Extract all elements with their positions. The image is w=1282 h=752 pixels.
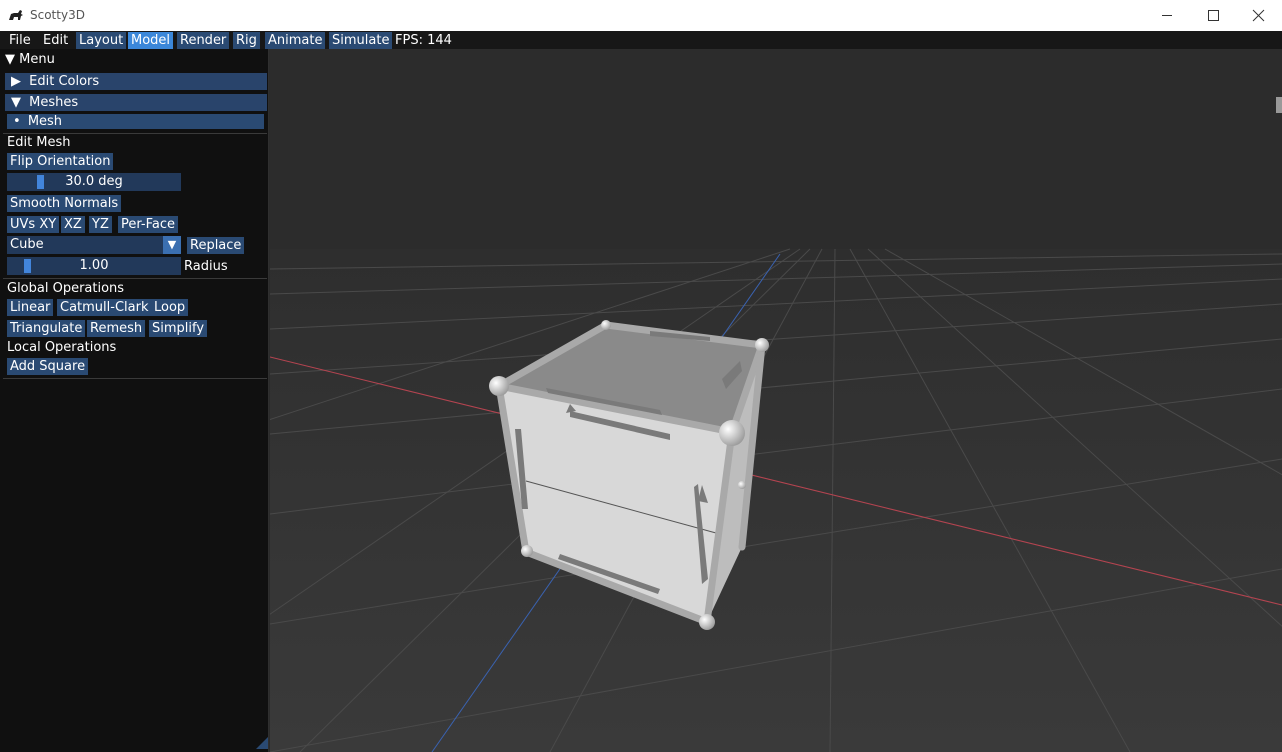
window-title: Scotty3D [30,8,85,22]
menu-layout[interactable]: Layout [76,32,127,49]
menu-header[interactable]: ▼ Menu [5,51,267,68]
close-icon [1252,9,1265,22]
fps-counter: FPS: 144 [395,33,452,48]
close-button[interactable] [1236,0,1282,31]
menu-rig[interactable]: Rig [233,32,260,49]
catmull-clark-button[interactable]: Catmull-Clark [57,299,152,316]
resize-grip-icon[interactable] [256,737,268,749]
menu-simulate[interactable]: Simulate [329,32,393,49]
maximize-icon [1208,10,1219,21]
minimize-icon [1162,15,1172,16]
linear-button[interactable]: Linear [7,299,54,316]
uvs-xy-button[interactable]: UVs XY [7,216,60,233]
local-operations-heading: Local Operations [7,340,117,355]
mesh-item-label: Mesh [27,114,63,129]
bullet-icon: • [13,114,21,129]
uvs-yz-button[interactable]: YZ [89,216,112,233]
radius-value: 1.00 [79,258,109,273]
ground-plane [270,249,1282,752]
maximize-button[interactable] [1190,0,1236,31]
add-square-button[interactable]: Add Square [7,358,89,375]
triangulate-button[interactable]: Triangulate [7,320,86,337]
edit-mesh-heading: Edit Mesh [7,135,71,150]
chevron-down-icon[interactable]: ▼ [163,236,181,254]
radius-slider[interactable]: 1.00 [7,257,181,275]
divider [3,378,267,379]
shape-select-value: Cube [10,237,44,252]
panel-border [268,49,269,752]
menu-model[interactable]: Model [128,32,174,49]
vertex-sphere[interactable] [719,420,745,446]
divider [3,278,267,279]
uvs-per-face-button[interactable]: Per-Face [118,216,178,233]
3d-viewport[interactable] [270,49,1282,752]
vertex-sphere[interactable] [601,320,611,330]
smooth-normals-button[interactable]: Smooth Normals [7,195,122,212]
global-operations-heading: Global Operations [7,281,125,296]
triangle-right-icon: ▶ [11,74,21,89]
shape-select[interactable]: Cube ▼ [7,236,181,254]
vertex-sphere[interactable] [489,376,509,396]
menu-edit[interactable]: Edit [40,32,71,49]
viewport-canvas[interactable] [270,49,1282,752]
minimize-button[interactable] [1144,0,1190,31]
vertex-sphere[interactable] [699,614,715,630]
meshes-header[interactable]: ▼ Meshes [5,94,267,111]
remesh-button[interactable]: Remesh [87,320,146,337]
mesh-list-item[interactable]: • Mesh [7,114,264,129]
angle-slider[interactable]: 30.0 deg [7,173,181,191]
angle-value: 30.0 deg [65,174,123,189]
replace-button[interactable]: Replace [187,237,245,254]
menu-header-label: Menu [19,52,55,67]
flip-orientation-button[interactable]: Flip Orientation [7,153,114,170]
uvs-xz-button[interactable]: XZ [61,216,85,233]
vertex-sphere[interactable] [521,545,533,557]
edit-colors-label: Edit Colors [29,74,100,89]
menu-render[interactable]: Render [177,32,230,49]
triangle-down-icon: ▼ [11,95,21,110]
scotty-logo-icon [9,10,23,20]
triangle-down-icon: ▼ [5,52,15,67]
window-titlebar: Scotty3D [0,0,1282,32]
menu-animate[interactable]: Animate [265,32,326,49]
loop-button[interactable]: Loop [151,299,189,316]
radius-label: Radius [184,259,228,274]
vertex-sphere[interactable] [755,338,769,352]
simplify-button[interactable]: Simplify [149,320,208,337]
menu-file[interactable]: File [6,32,34,49]
menu-bar: File Edit Layout Model Render Rig Animat… [0,31,1282,49]
vertex-sphere[interactable] [738,481,746,489]
edit-colors-header[interactable]: ▶ Edit Colors [5,73,267,90]
side-panel: ▼ Menu ▶ Edit Colors ▼ Meshes • Mesh Edi… [0,49,269,752]
viewport-scroll-indicator[interactable] [1276,97,1282,113]
meshes-label: Meshes [29,95,79,110]
